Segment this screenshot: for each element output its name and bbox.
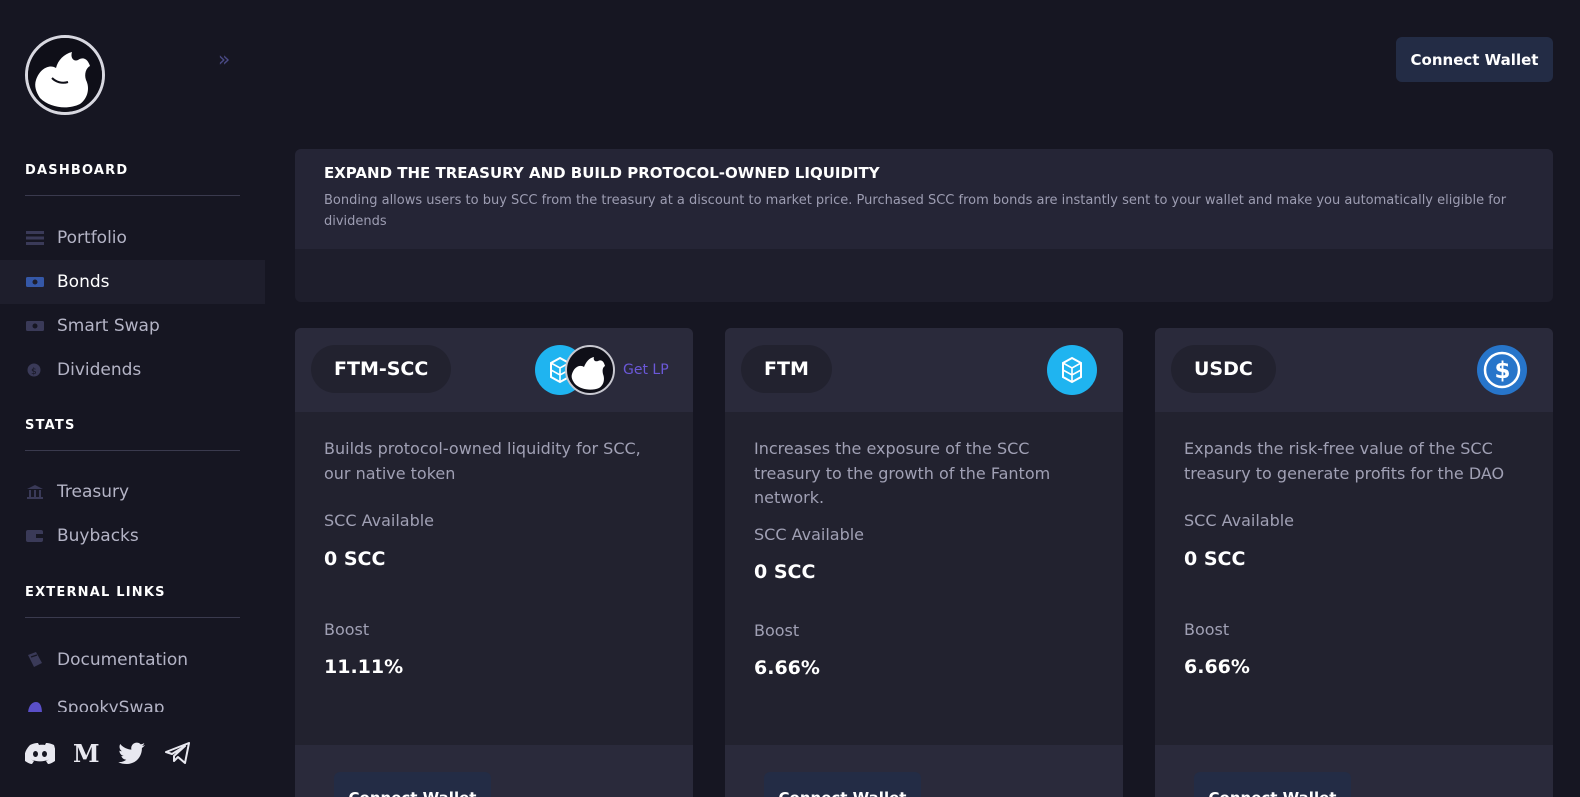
connect-wallet-button[interactable]: Connect Wallet	[1194, 772, 1351, 797]
boost-label: Boost	[324, 620, 370, 639]
connect-wallet-button[interactable]: Connect Wallet	[1396, 37, 1553, 82]
sidebar-item-label: Dividends	[57, 360, 142, 380]
sidebar-item-documentation[interactable]: Documentation	[0, 638, 265, 682]
banner-description: Bonding allows users to buy SCC from the…	[324, 193, 1507, 229]
treasury-icon	[26, 484, 44, 500]
scc-available-value: 0 SCC	[324, 548, 386, 570]
sidebar-item-label: SpookySwap	[57, 698, 165, 712]
token-icons	[1047, 345, 1097, 395]
token-icons: Get LP	[535, 345, 669, 395]
sidebar-item-spookyswap[interactable]: SpookySwap	[0, 686, 265, 712]
scc-available-label: SCC Available	[754, 525, 865, 544]
sidebar-item-dividends[interactable]: $ Dividends	[0, 348, 265, 392]
bond-name: USDC	[1171, 345, 1276, 393]
boost-value: 6.66%	[1184, 656, 1250, 678]
sidebar-scroll-clip: SpookySwap	[0, 686, 265, 712]
svg-text:$: $	[31, 367, 37, 377]
section-divider	[25, 617, 240, 618]
sidebar-item-treasury[interactable]: Treasury	[0, 470, 265, 514]
spookyswap-icon	[26, 700, 44, 712]
section-divider	[25, 195, 240, 196]
scc-available-label: SCC Available	[324, 511, 435, 530]
medium-icon[interactable]: M	[71, 740, 101, 766]
portfolio-icon	[26, 230, 44, 246]
collapse-sidebar-icon[interactable]: »	[218, 48, 240, 70]
sidebar-item-label: Treasury	[57, 482, 130, 502]
sidebar-item-bonds[interactable]: Bonds	[0, 260, 265, 304]
card-body: Builds protocol-owned liquidity for SCC,…	[295, 412, 693, 678]
bond-info-banner: EXPAND THE TREASURY AND BUILD PROTOCOL-O…	[295, 149, 1553, 302]
card-header: USDC $	[1155, 328, 1553, 412]
get-lp-link[interactable]: Get LP	[623, 362, 669, 378]
section-title-stats: STATS	[25, 418, 76, 433]
social-links: M	[25, 740, 193, 766]
bond-description: Builds protocol-owned liquidity for SCC,…	[324, 439, 641, 483]
bond-name: FTM	[741, 345, 832, 393]
sidebar-item-buybacks[interactable]: Buybacks	[0, 514, 265, 558]
scc-token-icon	[565, 345, 615, 395]
twitter-icon[interactable]	[117, 740, 147, 766]
bond-card-ftm-scc: FTM-SCC Get LP Builds protocol-owned liq…	[295, 328, 693, 797]
sidebar-item-portfolio[interactable]: Portfolio	[0, 216, 265, 260]
boost-value: 11.11%	[324, 656, 404, 678]
telegram-icon[interactable]	[163, 740, 193, 766]
section-divider	[25, 450, 240, 451]
fantom-icon	[1047, 345, 1097, 395]
dividends-icon: $	[26, 362, 44, 378]
boost-label: Boost	[1184, 620, 1230, 639]
bond-description: Expands the risk-free value of the SCC t…	[1184, 439, 1505, 483]
card-footer: Connect Wallet	[295, 745, 693, 797]
bond-name: FTM-SCC	[311, 345, 452, 393]
boost-label: Boost	[754, 621, 800, 640]
banner-header: EXPAND THE TREASURY AND BUILD PROTOCOL-O…	[295, 149, 1553, 249]
card-body: Expands the risk-free value of the SCC t…	[1155, 412, 1553, 678]
sidebar-item-label: Documentation	[57, 650, 189, 670]
sidebar-item-smart-swap[interactable]: Smart Swap	[0, 304, 265, 348]
sidebar-item-label: Portfolio	[57, 228, 127, 248]
sidebar-item-label: Buybacks	[57, 526, 139, 546]
sidebar: » DASHBOARD Portfolio Bonds Smart Swap $…	[0, 0, 265, 797]
section-title-external-links: EXTERNAL LINKS	[25, 585, 166, 600]
card-header: FTM	[725, 328, 1123, 412]
bond-card-ftm: FTM Increases the exposure of the SCC tr…	[725, 328, 1123, 797]
usdc-icon: $	[1477, 345, 1527, 395]
sidebar-item-label: Bonds	[57, 272, 110, 292]
scc-available-value: 0 SCC	[1184, 548, 1246, 570]
card-footer: Connect Wallet	[725, 745, 1123, 797]
connect-wallet-button[interactable]: Connect Wallet	[764, 772, 921, 797]
bond-card-usdc: USDC $ Expands the risk-free value of th…	[1155, 328, 1553, 797]
documentation-icon	[26, 652, 44, 668]
discord-icon[interactable]	[25, 740, 55, 766]
sidebar-item-label: Smart Swap	[57, 316, 160, 336]
connect-wallet-button[interactable]: Connect Wallet	[334, 772, 491, 797]
banner-title: EXPAND THE TREASURY AND BUILD PROTOCOL-O…	[324, 164, 880, 182]
scc-available-label: SCC Available	[1184, 511, 1295, 530]
bonds-icon	[26, 274, 44, 290]
svg-text:$: $	[1495, 358, 1511, 384]
card-header: FTM-SCC Get LP	[295, 328, 693, 412]
boost-value: 6.66%	[754, 657, 820, 679]
bond-description: Increases the exposure of the SCC treasu…	[754, 439, 1051, 507]
svg-text:M: M	[73, 741, 100, 765]
token-icons: $	[1477, 345, 1527, 395]
card-footer: Connect Wallet	[1155, 745, 1553, 797]
card-body: Increases the exposure of the SCC treasu…	[725, 412, 1123, 679]
logo-icon[interactable]	[25, 35, 105, 115]
smart-swap-icon	[26, 318, 44, 334]
buybacks-icon	[26, 528, 44, 544]
scc-available-value: 0 SCC	[754, 561, 816, 583]
section-title-dashboard: DASHBOARD	[25, 163, 129, 178]
